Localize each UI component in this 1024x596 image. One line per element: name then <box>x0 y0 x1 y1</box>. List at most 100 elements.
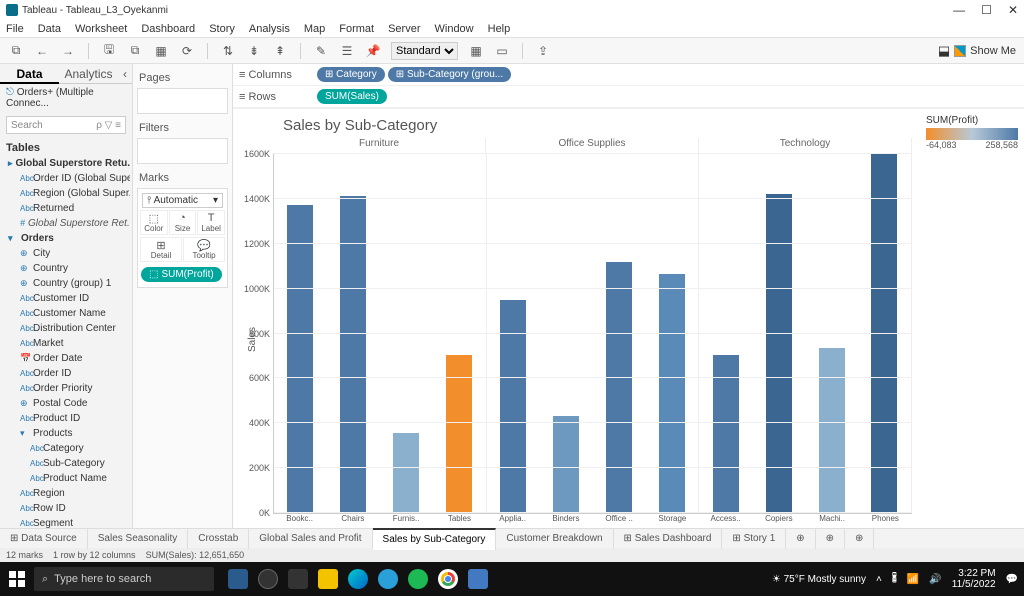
tray-wifi-icon[interactable]: 📶 <box>907 574 919 585</box>
bar-chairs[interactable] <box>340 196 366 513</box>
close-button[interactable]: ✕ <box>1008 3 1018 17</box>
cards-button[interactable]: ▦ <box>468 43 484 59</box>
field-postal-code[interactable]: ⊕Postal Code <box>6 396 130 411</box>
field-order-priority[interactable]: AbcOrder Priority <box>6 381 130 396</box>
new-story-button[interactable]: ⊕ <box>845 529 874 549</box>
collapse-pane-button[interactable]: ‹ <box>118 64 132 84</box>
back-button[interactable]: ← <box>34 43 50 59</box>
menu-server[interactable]: Server <box>388 23 420 35</box>
menu-map[interactable]: Map <box>304 23 325 35</box>
sheet-tab-data-source[interactable]: ⊞ Data Source <box>0 529 88 549</box>
bar-office-[interactable] <box>606 262 632 513</box>
menu-format[interactable]: Format <box>339 23 374 35</box>
menu-help[interactable]: Help <box>488 23 511 35</box>
tray-notifications-icon[interactable]: 💬 <box>1006 574 1018 585</box>
fit-selector[interactable]: Standard <box>391 42 458 60</box>
save-button[interactable]: 🖫 <box>101 43 117 59</box>
menu-window[interactable]: Window <box>435 23 474 35</box>
tableau-icon[interactable]: ⧉ <box>8 43 24 59</box>
bar-access-[interactable] <box>713 355 739 513</box>
field-city[interactable]: ⊕City <box>6 246 130 261</box>
tray-volume-icon[interactable]: 🔊 <box>929 574 941 585</box>
field-product-id[interactable]: AbcProduct ID <box>6 411 130 426</box>
spotify-icon[interactable] <box>408 569 428 589</box>
tray-chevron[interactable]: ˄ <box>876 574 882 585</box>
field-sub-category[interactable]: AbcSub-Category <box>6 456 130 471</box>
detail-card[interactable]: ⊞Detail <box>140 237 182 262</box>
field-orders[interactable]: ▾Orders <box>6 231 130 246</box>
row-pill[interactable]: SUM(Sales) <box>317 89 387 104</box>
edge-icon[interactable] <box>348 569 368 589</box>
bar-storage[interactable] <box>659 274 685 513</box>
pin-button[interactable]: 📌 <box>365 43 381 59</box>
sheet-tab-story-1[interactable]: ⊞ Story 1 <box>722 529 786 549</box>
sheet-tab-global-sales-and-profit[interactable]: Global Sales and Profit <box>249 529 372 549</box>
task-view-button[interactable] <box>258 569 278 589</box>
field-segment[interactable]: AbcSegment <box>6 516 130 528</box>
start-button[interactable] <box>6 568 28 590</box>
bar-tables[interactable] <box>446 355 472 513</box>
taskbar-app-1[interactable] <box>228 569 248 589</box>
telegram-icon[interactable] <box>378 569 398 589</box>
field-order-id[interactable]: AbcOrder ID <box>6 366 130 381</box>
forward-button[interactable]: → <box>60 43 76 59</box>
field-global-superstore-retu-[interactable]: ▸Global Superstore Retu... <box>6 156 130 171</box>
menu-data[interactable]: Data <box>38 23 61 35</box>
field-region[interactable]: AbcRegion <box>6 486 130 501</box>
maximize-button[interactable]: ☐ <box>981 3 992 17</box>
bar-phones[interactable] <box>871 154 897 513</box>
field-distribution-center[interactable]: AbcDistribution Center <box>6 321 130 336</box>
field-country[interactable]: ⊕Country <box>6 261 130 276</box>
bar-furnis-[interactable] <box>393 433 419 513</box>
tab-analytics[interactable]: Analytics <box>59 64 118 84</box>
field-customer-id[interactable]: AbcCustomer ID <box>6 291 130 306</box>
datasource-name[interactable]: ⎋ Orders+ (Multiple Connec... <box>0 84 132 112</box>
highlight-button[interactable]: ✎ <box>313 43 329 59</box>
field-market[interactable]: AbcMarket <box>6 336 130 351</box>
tray-clock[interactable]: 3:22 PM11/5/2022 <box>952 568 996 590</box>
chrome-icon[interactable] <box>438 569 458 589</box>
file-explorer-icon[interactable] <box>318 569 338 589</box>
weather-widget[interactable]: ☀ 75°F Mostly sunny <box>772 574 866 585</box>
tooltip-card[interactable]: 💬Tooltip <box>183 237 225 262</box>
sheet-tab-customer-breakdown[interactable]: Customer Breakdown <box>496 529 613 549</box>
mark-type-selector[interactable]: ⫯ Automatic▾ <box>142 193 223 208</box>
menu-analysis[interactable]: Analysis <box>249 23 290 35</box>
menu-dashboard[interactable]: Dashboard <box>141 23 195 35</box>
search-input[interactable]: Search ρ ▽ ≡ <box>6 116 126 134</box>
taskbar-search[interactable]: ⌕ Type here to search <box>34 567 214 591</box>
color-pill-profit[interactable]: ⬚ SUM(Profit) <box>141 267 222 282</box>
swap-button[interactable]: ⇅ <box>220 43 236 59</box>
field-returned[interactable]: AbcReturned <box>6 201 130 216</box>
sort-asc-button[interactable]: ⇟ <box>246 43 262 59</box>
size-card[interactable]: ◔Size <box>169 210 197 235</box>
field-global-superstore-ret-[interactable]: #Global Superstore Ret... <box>6 216 130 231</box>
sheet-tab-sales-by-sub-category[interactable]: Sales by Sub-Category <box>373 528 497 550</box>
new-sheet-button[interactable]: ▦ <box>153 43 169 59</box>
show-me-button[interactable]: ⬓ Show Me <box>938 43 1016 59</box>
field-region-global-super-[interactable]: AbcRegion (Global Super... <box>6 186 130 201</box>
new-data-button[interactable]: ⧉ <box>127 43 143 59</box>
taskbar-app-2[interactable] <box>288 569 308 589</box>
pages-shelf[interactable] <box>137 88 228 114</box>
bar-binders[interactable] <box>553 416 579 513</box>
menu-story[interactable]: Story <box>209 23 235 35</box>
sheet-tab-crosstab[interactable]: Crosstab <box>188 529 249 549</box>
sheet-tab-sales-seasonality[interactable]: Sales Seasonality <box>88 529 189 549</box>
filters-shelf[interactable] <box>137 138 228 164</box>
sheet-tab-sales-dashboard[interactable]: ⊞ Sales Dashboard <box>614 529 723 549</box>
minimize-button[interactable]: — <box>953 3 965 17</box>
presentation-button[interactable]: ▭ <box>494 43 510 59</box>
sort-desc-button[interactable]: ⇞ <box>272 43 288 59</box>
bar-machi-[interactable] <box>819 348 845 513</box>
column-pill[interactable]: ⊞ Category <box>317 67 385 82</box>
menu-worksheet[interactable]: Worksheet <box>75 23 127 35</box>
field-products[interactable]: ▾Products <box>6 426 130 441</box>
field-order-date[interactable]: 📅Order Date <box>6 351 130 366</box>
label-card[interactable]: TLabel <box>197 210 225 235</box>
field-row-id[interactable]: AbcRow ID <box>6 501 130 516</box>
field-country-group-1[interactable]: ⊕Country (group) 1 <box>6 276 130 291</box>
column-pill[interactable]: ⊞ Sub-Category (grou... <box>388 67 511 82</box>
new-dashboard-button[interactable]: ⊕ <box>816 529 845 549</box>
color-card[interactable]: ⬚Color <box>140 210 168 235</box>
